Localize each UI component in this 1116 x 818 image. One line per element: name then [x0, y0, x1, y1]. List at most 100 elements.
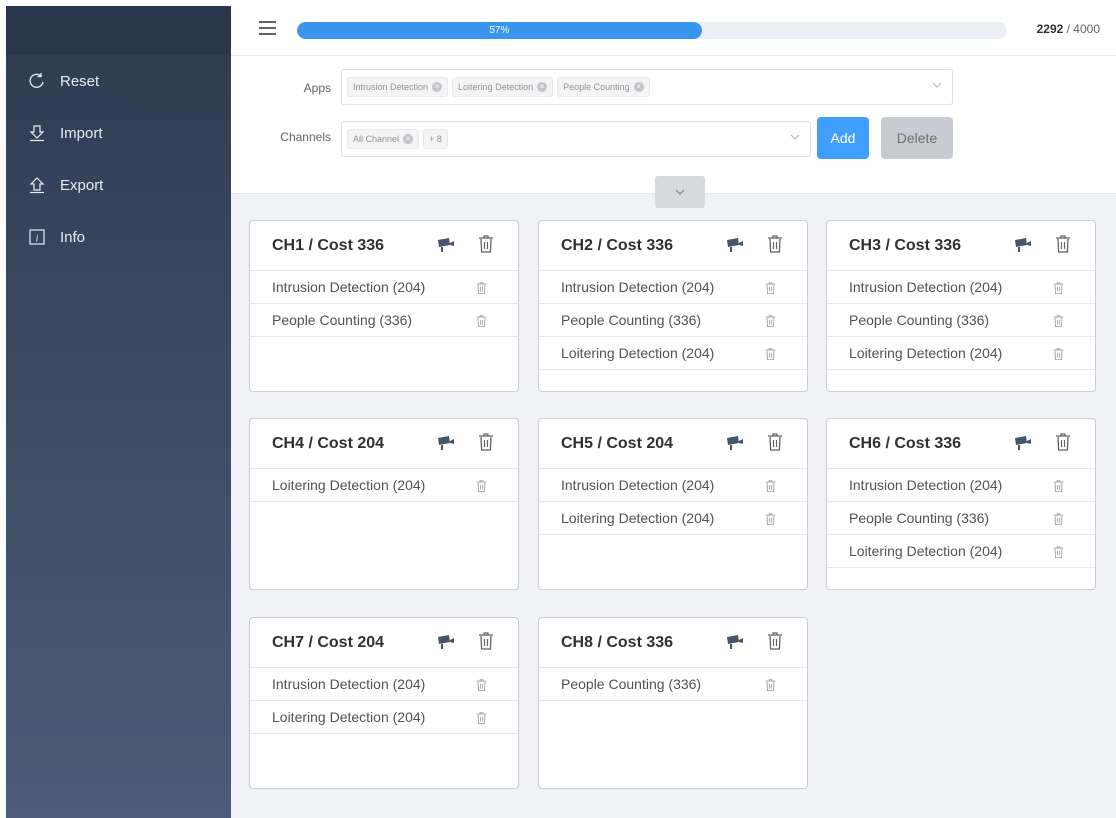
- channel-tag: All Channel ×: [347, 129, 420, 149]
- delete-app-icon[interactable]: [765, 347, 776, 360]
- channel-card-header: CH1 / Cost 336: [250, 221, 518, 271]
- delete-app-icon[interactable]: [476, 711, 487, 724]
- camera-icon[interactable]: [726, 634, 744, 650]
- channel-card-header: CH8 / Cost 336: [539, 618, 807, 668]
- delete-channel-icon[interactable]: [1055, 433, 1071, 451]
- channels-label: Channels: [280, 130, 331, 144]
- apps-label: Apps: [303, 81, 331, 95]
- apps-select[interactable]: Intrusion Detection × Loitering Detection ×…: [341, 69, 953, 105]
- channel-card-header: CH2 / Cost 336: [539, 221, 807, 271]
- camera-icon[interactable]: [437, 237, 455, 253]
- sidebar: Reset Import Export i Info: [6, 6, 231, 818]
- delete-app-icon[interactable]: [476, 281, 487, 294]
- filter-panel: Apps Intrusion Detection × Loitering Detec…: [231, 56, 1116, 194]
- sidebar-item-label: Import: [60, 124, 103, 142]
- close-icon[interactable]: ×: [633, 82, 644, 92]
- delete-app-icon[interactable]: [1053, 479, 1064, 492]
- channel-title: CH1 / Cost 336: [272, 236, 385, 254]
- usage-progress-bar: 57%: [297, 22, 1007, 39]
- channel-card: CH1 / Cost 336 Intrusion Detection (204) P…: [249, 220, 519, 392]
- svg-text:i: i: [36, 234, 39, 245]
- sidebar-item-import[interactable]: Import: [6, 107, 231, 159]
- channel-title: CH3 / Cost 336: [849, 236, 962, 254]
- delete-app-icon[interactable]: [476, 314, 487, 327]
- tag-label: All Channel: [353, 134, 400, 144]
- camera-icon[interactable]: [437, 634, 455, 650]
- channel-card: CH3 / Cost 336 Intrusion Detection (204) P…: [826, 220, 1096, 392]
- apps-tags: Intrusion Detection × Loitering Detection ×…: [347, 77, 654, 97]
- add-button[interactable]: Add: [817, 117, 869, 159]
- import-icon: [26, 122, 48, 144]
- delete-app-icon[interactable]: [765, 678, 776, 691]
- more-channels-tag: + 8: [423, 129, 448, 149]
- delete-channel-icon[interactable]: [767, 433, 783, 451]
- camera-icon[interactable]: [437, 435, 455, 451]
- reset-icon: [26, 70, 48, 92]
- channel-card: CH5 / Cost 204 Intrusion Detection (204) L…: [538, 418, 808, 590]
- delete-app-icon[interactable]: [1053, 314, 1064, 327]
- menu-toggle-icon[interactable]: [259, 21, 276, 35]
- channel-title: CH6 / Cost 336: [849, 434, 962, 452]
- app-row: People Counting (336): [827, 304, 1095, 337]
- sidebar-item-info[interactable]: i Info: [6, 211, 231, 263]
- app-name: Loitering Detection (204): [561, 345, 715, 361]
- delete-app-icon[interactable]: [1053, 545, 1064, 558]
- app-name: People Counting (336): [849, 510, 990, 526]
- sidebar-item-export[interactable]: Export: [6, 159, 231, 211]
- app-name: Intrusion Detection (204): [272, 279, 426, 295]
- chevron-down-icon: [790, 134, 800, 140]
- close-icon[interactable]: ×: [403, 134, 414, 144]
- delete-channel-icon[interactable]: [478, 235, 494, 253]
- app-name: Loitering Detection (204): [272, 709, 426, 725]
- camera-icon[interactable]: [726, 237, 744, 253]
- channel-card-header: CH3 / Cost 336: [827, 221, 1095, 271]
- delete-channel-icon[interactable]: [1055, 235, 1071, 253]
- app-row: Intrusion Detection (204): [250, 271, 518, 304]
- delete-app-icon[interactable]: [765, 479, 776, 492]
- close-icon[interactable]: ×: [432, 82, 443, 92]
- channel-card: CH7 / Cost 204 Intrusion Detection (204) L…: [249, 617, 519, 789]
- info-icon: i: [26, 226, 48, 248]
- camera-icon[interactable]: [1014, 237, 1032, 253]
- close-icon[interactable]: ×: [537, 82, 548, 92]
- app-name: Intrusion Detection (204): [561, 279, 715, 295]
- delete-app-icon[interactable]: [765, 512, 776, 525]
- tag-label: Loitering Detection: [458, 82, 534, 92]
- delete-app-icon[interactable]: [765, 281, 776, 294]
- export-icon: [26, 174, 48, 196]
- delete-app-icon[interactable]: [476, 479, 487, 492]
- top-bar: 57% 2292 / 4000: [231, 6, 1116, 56]
- delete-button[interactable]: Delete: [881, 117, 953, 159]
- app-row: Intrusion Detection (204): [827, 271, 1095, 304]
- sidebar-item-reset[interactable]: Reset: [6, 55, 231, 107]
- usage-used: 2292: [1036, 22, 1064, 36]
- app-row: Loitering Detection (204): [539, 337, 807, 370]
- usage-counter: 2292 / 4000: [1037, 22, 1100, 36]
- tag-label: Intrusion Detection: [353, 82, 429, 92]
- channel-title: CH8 / Cost 336: [561, 633, 674, 651]
- delete-channel-icon[interactable]: [767, 632, 783, 650]
- app-row: Loitering Detection (204): [250, 701, 518, 734]
- tag-label: People Counting: [563, 82, 630, 92]
- app-name: People Counting (336): [272, 312, 413, 328]
- channel-title: CH2 / Cost 336: [561, 236, 674, 254]
- camera-icon[interactable]: [726, 435, 744, 451]
- camera-icon[interactable]: [1014, 435, 1032, 451]
- app-row: Intrusion Detection (204): [827, 469, 1095, 502]
- delete-app-icon[interactable]: [1053, 347, 1064, 360]
- channel-title: CH4 / Cost 204: [272, 434, 385, 452]
- channels-select[interactable]: All Channel × + 8: [341, 121, 811, 157]
- delete-app-icon[interactable]: [476, 678, 487, 691]
- app-name: People Counting (336): [849, 312, 990, 328]
- delete-channel-icon[interactable]: [478, 632, 494, 650]
- delete-app-icon[interactable]: [1053, 281, 1064, 294]
- progress-label: 57%: [489, 25, 510, 36]
- app-name: Loitering Detection (204): [849, 543, 1003, 559]
- sidebar-header: [6, 6, 231, 55]
- delete-app-icon[interactable]: [1053, 512, 1064, 525]
- delete-channel-icon[interactable]: [767, 235, 783, 253]
- delete-app-icon[interactable]: [765, 314, 776, 327]
- channel-title: CH5 / Cost 204: [561, 434, 674, 452]
- expand-panel-button[interactable]: [655, 176, 705, 208]
- delete-channel-icon[interactable]: [478, 433, 494, 451]
